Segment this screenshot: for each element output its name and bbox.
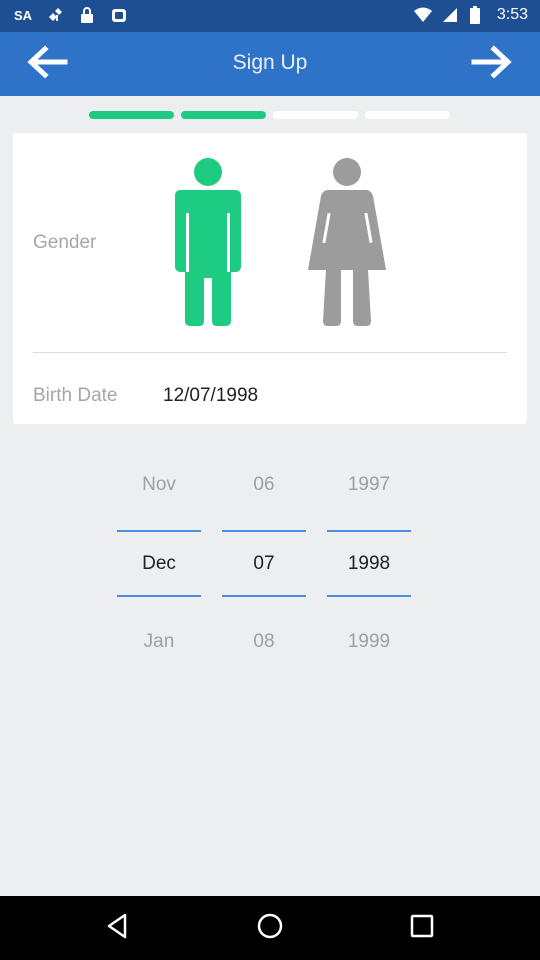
month-prev[interactable]: Nov [117, 474, 201, 496]
signal-icon [441, 6, 459, 24]
back-triangle-icon [103, 911, 133, 946]
month-current[interactable]: Dec [117, 553, 201, 575]
month-selection-top-line [117, 530, 201, 532]
recents-square-icon [407, 911, 437, 946]
birth-date-label: Birth Date [33, 385, 118, 406]
year-next[interactable]: 1999 [327, 631, 411, 653]
day-next[interactable]: 08 [222, 631, 306, 653]
profile-card: Gender Birth Date 12/07/1998 [13, 133, 527, 424]
divider [33, 352, 507, 353]
nav-recents-button[interactable] [402, 910, 442, 946]
male-icon [171, 158, 245, 330]
battery-icon [469, 6, 487, 24]
day-current[interactable]: 07 [222, 553, 306, 575]
month-selection-bottom-line [117, 595, 201, 597]
wifi-icon [413, 6, 432, 24]
male-option[interactable] [171, 158, 245, 331]
lock-icon [78, 6, 96, 24]
home-circle-icon [255, 911, 285, 946]
progress-step-2 [181, 111, 266, 119]
gender-label: Gender [33, 232, 97, 253]
month-next[interactable]: Jan [117, 631, 201, 653]
status-bar: SA 3:53 [0, 0, 540, 32]
nav-back-button[interactable] [98, 910, 138, 946]
year-prev[interactable]: 1997 [327, 474, 411, 496]
day-prev[interactable]: 06 [222, 474, 306, 496]
birth-date-value: 12/07/1998 [163, 385, 259, 406]
progress-step-1 [89, 111, 174, 119]
female-icon [308, 158, 388, 330]
app-notification-icon [110, 6, 128, 24]
carrier-label: SA [14, 7, 33, 23]
clock: 3:53 [496, 6, 528, 23]
page-title: Sign Up [232, 51, 308, 74]
day-selection-top-line [222, 530, 306, 532]
satellite-icon [46, 6, 64, 24]
progress-step-4 [365, 111, 450, 119]
nav-home-button[interactable] [250, 910, 290, 946]
next-button[interactable] [470, 44, 514, 84]
year-current[interactable]: 1998 [327, 553, 411, 575]
year-selection-top-line [327, 530, 411, 532]
year-selection-bottom-line [327, 595, 411, 597]
day-selection-bottom-line [222, 595, 306, 597]
progress-step-3 [273, 111, 358, 119]
female-option[interactable] [308, 158, 388, 331]
arrow-right-icon [470, 44, 514, 85]
app-bar: Sign Up [0, 32, 540, 96]
system-nav-bar [0, 896, 540, 960]
